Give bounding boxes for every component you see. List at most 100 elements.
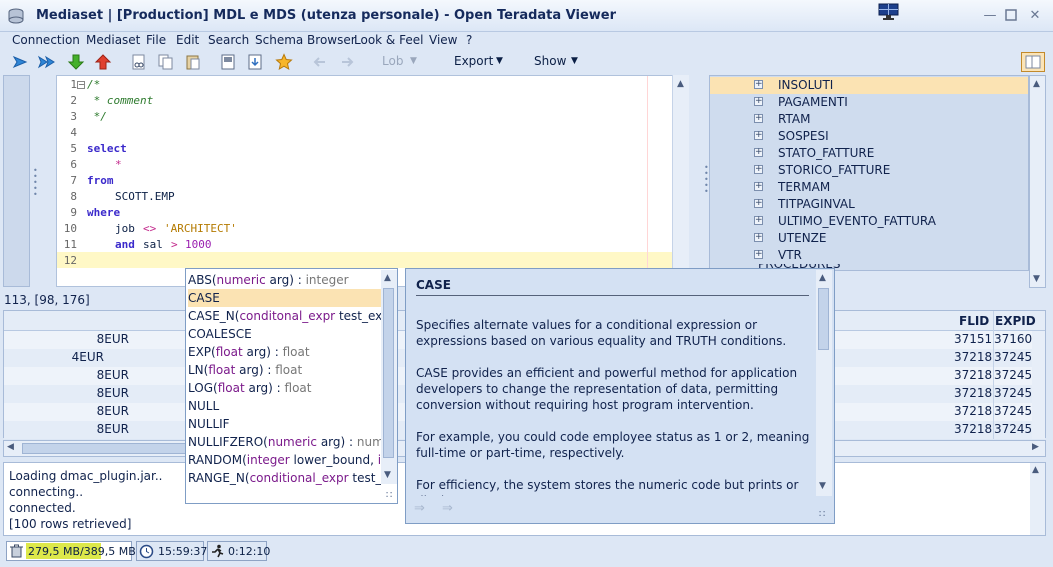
scroll-down-icon[interactable]: ▼ — [384, 470, 391, 480]
column-header-expid[interactable]: EXPID — [995, 314, 1036, 328]
menu-help[interactable]: ? — [466, 33, 472, 47]
grid-cell[interactable]: 37245 — [994, 350, 1032, 364]
scroll-up-icon[interactable]: ▲ — [819, 273, 826, 283]
copy-icon[interactable] — [157, 53, 175, 71]
tree-item-insoluti[interactable]: + INSOLUTI — [710, 77, 1028, 94]
panel-toggle-icon[interactable] — [1021, 52, 1045, 72]
grid-cell[interactable]: 37245 — [994, 368, 1032, 382]
menu-file[interactable]: File — [146, 33, 166, 47]
forward-arrow-icon[interactable] — [338, 53, 356, 71]
menu-search[interactable]: Search — [208, 33, 249, 47]
resize-grip-icon[interactable]: ∷ — [819, 509, 825, 520]
completion-null[interactable]: NULL — [188, 397, 381, 415]
console-vertical-scrollbar[interactable]: ▲ — [1030, 463, 1045, 535]
completion-ln[interactable]: LN(float arg) : float — [188, 361, 381, 379]
completion-random[interactable]: RANDOM(integer lower_bound, inte — [188, 451, 381, 469]
scroll-thumb[interactable] — [818, 288, 829, 350]
trash-icon[interactable] — [9, 544, 24, 558]
menu-look-and-feel[interactable]: Look & Feel — [354, 33, 423, 47]
monitor-icon[interactable] — [878, 3, 899, 20]
grid-cell[interactable]: 37151 — [954, 332, 992, 346]
expand-icon[interactable]: + — [754, 80, 763, 89]
editor-vertical-scrollbar[interactable]: ▲ — [672, 75, 689, 273]
grid-cell[interactable]: 37218 — [954, 350, 992, 364]
cut-icon[interactable] — [130, 53, 148, 71]
completion-coalesce[interactable]: COALESCE — [188, 325, 381, 343]
completion-case-n[interactable]: CASE_N(conditonal_expr test_express — [188, 307, 381, 325]
tree-item-titpaginval[interactable]: + TITPAGINVAL — [710, 196, 1028, 213]
menu-edit[interactable]: Edit — [176, 33, 199, 47]
close-button[interactable]: ✕ — [1027, 9, 1043, 23]
grid-cell[interactable]: 37218 — [954, 386, 992, 400]
grid-cell[interactable]: 37245 — [994, 404, 1032, 418]
expand-icon[interactable]: + — [754, 250, 763, 259]
fold-collapse-icon[interactable]: − — [77, 81, 85, 89]
lob-dropdown[interactable]: Lob — [382, 54, 403, 68]
commit-down-icon[interactable] — [67, 53, 85, 71]
maximize-button[interactable] — [1003, 9, 1019, 23]
grid-cell[interactable]: 8EUR — [44, 368, 129, 382]
expand-icon[interactable]: + — [754, 216, 763, 225]
completion-nullif[interactable]: NULLIF — [188, 415, 381, 433]
tree-item-rtam[interactable]: + RTAM — [710, 111, 1028, 128]
scroll-thumb[interactable] — [383, 288, 394, 458]
grid-cell[interactable]: 8EUR — [44, 332, 129, 346]
doc-back-icon[interactable]: ⇒ — [414, 501, 425, 516]
scroll-up-icon[interactable]: ▲ — [1033, 79, 1040, 89]
left-sidebar-collapsed[interactable]: • • • • • — [3, 75, 38, 287]
export-dropdown[interactable]: Export — [454, 54, 493, 68]
tree-item-termam[interactable]: + TERMAM — [710, 179, 1028, 196]
menu-connection[interactable]: Connection — [12, 33, 80, 47]
grid-cell[interactable]: 8EUR — [44, 422, 129, 436]
autocomplete-scrollbar[interactable]: ▲ ▼ — [381, 270, 397, 484]
grid-cell[interactable]: 37160 — [994, 332, 1032, 346]
doc-forward-icon[interactable]: ⇒ — [442, 501, 453, 516]
scroll-down-icon[interactable]: ▼ — [819, 481, 826, 491]
tree-vertical-scrollbar[interactable]: ▲ ▼ — [1029, 75, 1046, 288]
completion-case-selected[interactable]: CASE — [188, 289, 381, 307]
column-header-flid[interactable]: FLID — [959, 314, 989, 328]
expand-icon[interactable]: + — [754, 165, 763, 174]
completion-range-n[interactable]: RANGE_N(conditional_expr test_expr — [188, 469, 381, 487]
menu-schema-browser[interactable]: Schema Browser — [255, 33, 356, 47]
favorite-star-icon[interactable] — [275, 53, 293, 71]
completion-abs[interactable]: ABS(numeric arg) : integer — [188, 271, 381, 289]
sql-editor[interactable]: 1 2 3 4 5 6 7 8 9 10 11 12 − /* * commen… — [56, 75, 689, 287]
grid-cell[interactable]: 37245 — [994, 422, 1032, 436]
grid-cell[interactable]: 37245 — [994, 386, 1032, 400]
menu-mediaset[interactable]: Mediaset — [86, 33, 140, 47]
tree-item-pagamenti[interactable]: + PAGAMENTI — [710, 94, 1028, 111]
scroll-up-icon[interactable]: ▲ — [384, 273, 391, 283]
completion-nullifzero[interactable]: NULLIFZERO(numeric arg) : numeric — [188, 433, 381, 451]
memory-indicator[interactable]: 279,5 MB/389,5 MB — [6, 541, 136, 561]
paste-icon[interactable] — [184, 53, 202, 71]
splitter-handle-icon[interactable]: • • • • • — [704, 164, 709, 199]
run-icon[interactable] — [11, 53, 29, 71]
back-arrow-icon[interactable] — [311, 53, 329, 71]
scroll-right-icon[interactable]: ▶ — [1032, 442, 1039, 452]
save-icon[interactable] — [246, 53, 264, 71]
grid-cell[interactable]: 8EUR — [44, 404, 129, 418]
run-all-icon[interactable] — [38, 53, 56, 71]
completion-exp[interactable]: EXP(float arg) : float — [188, 343, 381, 361]
grid-cell[interactable]: 37218 — [954, 404, 992, 418]
grid-vertical-scrollbar[interactable] — [1032, 331, 1045, 439]
grid-cell[interactable]: 37218 — [954, 368, 992, 382]
scroll-down-icon[interactable]: ▼ — [1033, 274, 1040, 284]
tree-item-vtr[interactable]: + VTR — [710, 247, 1028, 264]
show-dropdown[interactable]: Show — [534, 54, 566, 68]
expand-icon[interactable]: + — [754, 199, 763, 208]
grid-cell[interactable]: 4EUR — [24, 350, 104, 364]
tree-item-ultimo-evento-fattura[interactable]: + ULTIMO_EVENTO_FATTURA — [710, 213, 1028, 230]
splitter-handle-icon[interactable]: • • • • • — [33, 167, 38, 199]
expand-icon[interactable]: + — [754, 182, 763, 191]
grid-cell[interactable]: 37218 — [954, 422, 992, 436]
menu-view[interactable]: View — [429, 33, 457, 47]
completion-log[interactable]: LOG(float arg) : float — [188, 379, 381, 397]
expand-icon[interactable]: + — [754, 114, 763, 123]
grid-cell[interactable]: 8EUR — [44, 386, 129, 400]
minimize-button[interactable]: — — [982, 9, 998, 23]
tree-item-sospesi[interactable]: + SOSPESI — [710, 128, 1028, 145]
doc-scrollbar[interactable]: ▲ ▼ — [816, 270, 832, 496]
expand-icon[interactable]: + — [754, 97, 763, 106]
